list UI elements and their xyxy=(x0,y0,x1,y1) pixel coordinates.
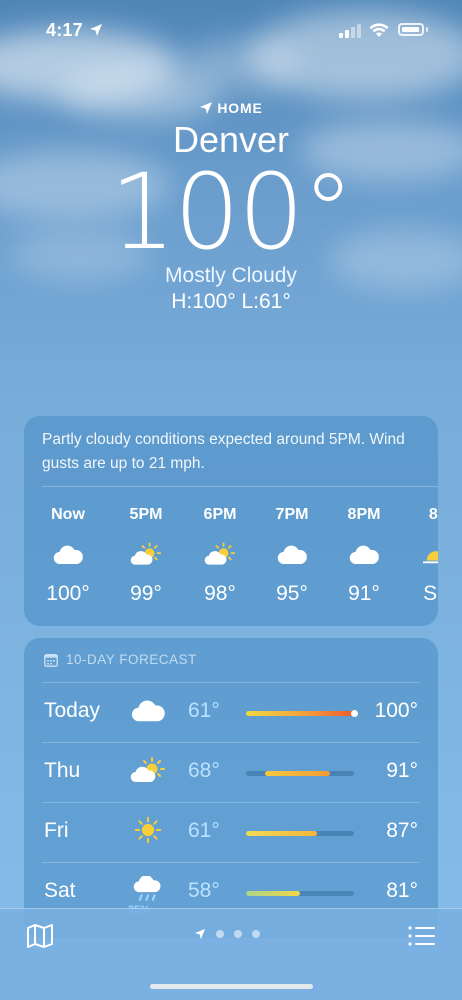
hour-temp: Su xyxy=(423,582,438,605)
high-low: H:100° L:61° xyxy=(171,290,291,313)
hourly-item: 8PM 91° xyxy=(334,506,394,606)
partly-sunny-icon xyxy=(190,534,250,574)
day-name: Sat xyxy=(44,879,76,902)
hourly-forecast-card[interactable]: Partly cloudy conditions expected around… xyxy=(24,416,438,626)
day-low: 61° xyxy=(188,699,220,722)
day-low: 61° xyxy=(188,819,220,842)
ten-day-forecast-card[interactable]: 10-DAY FORECAST Today 61° 100° Thu 68° 91° Fr… xyxy=(24,638,438,938)
day-high: 81° xyxy=(386,879,418,902)
day-name: Fri xyxy=(44,819,69,842)
cloud-icon xyxy=(130,696,166,730)
temp-range-fill xyxy=(246,711,354,716)
hour-temp: 98° xyxy=(204,582,236,605)
temp-range-bar xyxy=(246,771,354,776)
hour-temp: 91° xyxy=(348,582,380,605)
day-row[interactable]: Today 61° 100° xyxy=(24,682,438,742)
forecast-summary: Partly cloudy conditions expected around… xyxy=(42,431,405,472)
hour-temp: 99° xyxy=(130,582,162,605)
hourly-item: 5PM 99° xyxy=(116,506,176,606)
day-high: 91° xyxy=(386,759,418,782)
status-time: 4:17 xyxy=(46,20,83,40)
page-dot[interactable] xyxy=(216,930,224,938)
day-low: 58° xyxy=(188,879,220,902)
hourly-item: 8: Su xyxy=(406,506,438,606)
hour-label: 6PM xyxy=(203,506,237,523)
partly-sunny-icon xyxy=(130,756,166,790)
hour-label: 5PM xyxy=(129,506,163,523)
current-temperature: 100° xyxy=(109,151,355,273)
location-arrow-icon xyxy=(90,24,102,36)
cloud-icon xyxy=(38,534,98,574)
home-tag: HOME xyxy=(217,100,263,116)
location-arrow-icon xyxy=(200,102,213,114)
temp-range-fill xyxy=(246,891,300,896)
home-indicator xyxy=(150,984,313,989)
hour-label: 8PM xyxy=(347,506,381,523)
cloud-icon xyxy=(334,534,394,574)
hourly-item: 6PM 98° xyxy=(190,506,250,606)
day-name: Today xyxy=(44,699,101,722)
page-dot[interactable] xyxy=(234,930,242,938)
hour-label: Now xyxy=(51,506,85,523)
location-header: HOME Denver 100° Mostly Cloudy H:100° L:… xyxy=(0,100,462,314)
temp-range-fill xyxy=(265,771,330,776)
hourly-item: Now 100° xyxy=(38,506,98,606)
wifi-icon xyxy=(369,23,389,37)
location-arrow-icon xyxy=(194,928,206,940)
hour-temp: 100° xyxy=(46,582,90,605)
map-icon[interactable] xyxy=(26,923,54,949)
hourly-item: 7PM 95° xyxy=(262,506,322,606)
day-high: 87° xyxy=(386,819,418,842)
temp-range-bar xyxy=(246,710,358,717)
list-icon[interactable] xyxy=(408,925,436,947)
day-name: Thu xyxy=(44,759,81,782)
temp-range-bar xyxy=(246,891,354,896)
cloud-icon xyxy=(262,534,322,574)
current-temp-marker xyxy=(351,710,358,717)
day-row[interactable]: Fri 61° 87° xyxy=(24,802,438,862)
sunset-icon xyxy=(406,534,438,574)
ten-day-title: 10-DAY FORECAST xyxy=(66,652,197,667)
sun-icon xyxy=(130,816,166,850)
partly-sunny-icon xyxy=(116,534,176,574)
hour-label: 7PM xyxy=(275,506,309,523)
day-low: 68° xyxy=(188,759,220,782)
hour-label: 8: xyxy=(428,506,438,523)
day-high: 100° xyxy=(374,699,418,722)
ten-day-header: 10-DAY FORECAST xyxy=(24,638,438,667)
current-condition: Mostly Cloudy xyxy=(165,264,297,287)
home-label-row: HOME xyxy=(0,100,462,116)
page-indicator[interactable] xyxy=(194,928,260,940)
day-row[interactable]: Thu 68° 91° xyxy=(24,742,438,802)
temp-range-fill xyxy=(246,831,317,836)
battery-icon xyxy=(398,23,424,36)
temp-range-bar xyxy=(246,831,354,836)
calendar-icon xyxy=(44,653,58,667)
hourly-scroll[interactable]: Now100°5PM 99°6PM 98°7PM95°8PM91°8:Su xyxy=(24,506,438,626)
status-bar: 4:17 xyxy=(0,0,462,56)
cellular-signal-icon xyxy=(339,24,361,38)
page-dot[interactable] xyxy=(252,930,260,938)
hour-temp: 95° xyxy=(276,582,308,605)
